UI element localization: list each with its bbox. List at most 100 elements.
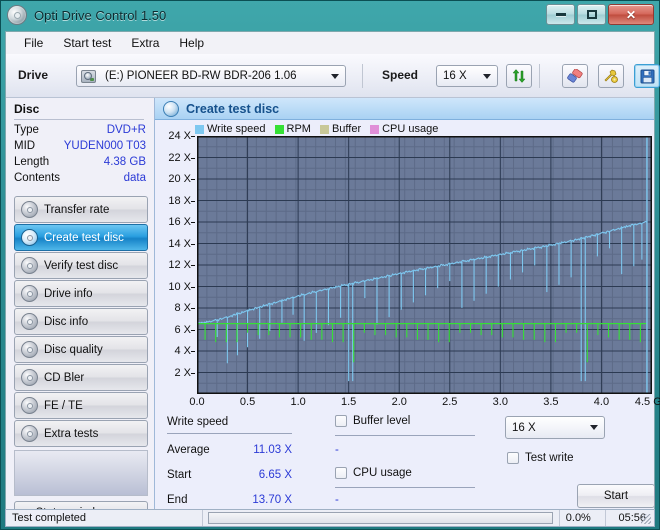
close-button[interactable]: ✕ [608, 4, 654, 25]
divider [335, 435, 475, 436]
start-button[interactable]: Start [577, 484, 655, 508]
y-axis-tick [191, 200, 195, 202]
title-bar: Opti Drive Control 1.50 ✕ [1, 1, 659, 31]
chart-y-axis: 2 X 4 X 6 X 8 X 10 X 12 X 14 X 16 X 18 X 20 X 22 X… [155, 130, 195, 394]
disc-row-mid: MID YUDEN000 T03 [14, 140, 146, 155]
status-message: Test completed [12, 512, 86, 524]
refresh-button[interactable] [506, 64, 532, 88]
legend-label: Buffer [331, 123, 362, 135]
erase-button[interactable] [562, 64, 588, 88]
legend-item: CPU usage [370, 123, 438, 135]
status-bar: Test completed 0.0% 05:56 [5, 509, 655, 527]
y-axis-tick-label: 12 X [168, 259, 191, 271]
title-bar-left: Opti Drive Control 1.50 [7, 5, 166, 25]
chevron-down-icon [590, 425, 598, 430]
y-axis-tick-label: 18 X [168, 194, 191, 207]
legend-item: RPM [274, 123, 311, 135]
disc-icon [21, 425, 38, 442]
left-panel-filler [14, 450, 148, 496]
y-axis-tick-label: 6 X [174, 323, 191, 336]
test-write-label: Test write [525, 452, 574, 464]
disc-contents-value: data [123, 172, 146, 184]
sidebar-item-label: Verify test disc [44, 259, 119, 272]
drive-select[interactable]: (E:) PIONEER BD-RW BDR-206 1.06 [76, 65, 346, 87]
cpu-usage-label: CPU usage [353, 467, 412, 479]
speed-select[interactable]: 16 X [436, 65, 498, 87]
result-start-label: Start [167, 469, 192, 481]
window-title: Opti Drive Control 1.50 [34, 7, 167, 23]
y-axis-tick [191, 243, 195, 245]
sidebar-item-verify-test-disc[interactable]: Verify test disc [14, 252, 148, 279]
sidebar-item-create-test-disc[interactable]: Create test disc [14, 224, 148, 251]
x-axis-tick-label: 3.5 [543, 396, 559, 408]
buffer-level-checkbox-row[interactable]: Buffer level [335, 415, 410, 427]
app-window: Opti Drive Control 1.50 ✕ File Start tes… [0, 0, 660, 530]
y-axis-tick-label: 14 X [168, 237, 191, 250]
panel-title: Create test disc [186, 101, 280, 116]
disc-type-label: Type [14, 124, 39, 136]
cpu-usage-value: - [335, 494, 339, 506]
sidebar-item-label: Create test disc [44, 231, 124, 244]
sidebar-item-label: Drive info [44, 287, 93, 300]
resize-grip[interactable] [641, 514, 651, 524]
result-end-label: End [167, 494, 188, 506]
sidebar-item-transfer-rate[interactable]: Transfer rate [14, 196, 148, 223]
result-average-label: Average [167, 444, 210, 456]
drive-select-value: (E:) PIONEER BD-RW BDR-206 1.06 [105, 70, 297, 82]
save-button[interactable] [634, 64, 660, 88]
sidebar-item-cd-bler[interactable]: CD Bler [14, 364, 148, 391]
y-axis-tick [191, 372, 195, 374]
buffer-level-checkbox[interactable] [335, 415, 347, 427]
disc-mid-label: MID [14, 140, 36, 152]
x-axis-tick-label: 0.0 [189, 396, 205, 408]
disc-icon [21, 201, 38, 218]
sidebar-item-fe-te[interactable]: FE / TE [14, 392, 148, 419]
window-controls: ✕ [546, 4, 654, 25]
chevron-down-icon [331, 74, 339, 79]
menu-help[interactable]: Help [169, 33, 214, 53]
write-speed-select[interactable]: 16 X [505, 416, 605, 439]
y-axis-tick-label: 10 X [168, 280, 191, 293]
disc-icon [163, 100, 179, 117]
start-button-label: Start [603, 490, 629, 502]
menu-file[interactable]: File [14, 33, 53, 53]
disc-mid-value: YUDEN000 T03 [63, 140, 146, 152]
x-axis-tick-label: 4.0 [593, 396, 610, 408]
sidebar-item-drive-info[interactable]: Drive info [14, 280, 148, 307]
drive-icon [81, 69, 96, 83]
x-axis-tick-label: 1.5 [341, 396, 357, 408]
test-write-checkbox-row[interactable]: Test write [507, 452, 574, 464]
progress-percent: 0.0% [565, 512, 591, 524]
tools-button[interactable] [598, 64, 624, 88]
result-start-value: 6.65 X [258, 469, 292, 481]
maximize-button[interactable] [577, 4, 606, 25]
y-axis-tick [191, 179, 195, 180]
write-speed-select-value: 16 X [512, 421, 536, 434]
minimize-button[interactable] [546, 4, 575, 25]
speed-label: Speed [382, 68, 419, 82]
divider [167, 433, 292, 434]
legend-swatch [195, 124, 204, 134]
sidebar-item-extra-tests[interactable]: Extra tests [14, 420, 148, 447]
cpu-usage-checkbox[interactable] [335, 467, 347, 479]
panel-header: Create test disc [155, 98, 654, 120]
disc-contents-label: Contents [14, 172, 61, 184]
y-axis-tick-label: 4 X [174, 345, 191, 357]
menu-bar: File Start test Extra Help [6, 32, 654, 54]
chart-svg [196, 135, 653, 395]
disc-icon [21, 229, 38, 246]
legend-swatch [274, 124, 284, 134]
y-axis-tick [191, 265, 195, 266]
x-axis-tick-label: 4.5 GB [634, 396, 660, 408]
legend-label: CPU usage [382, 123, 439, 135]
sidebar-item-label: Transfer rate [44, 203, 110, 216]
test-write-checkbox[interactable] [507, 452, 519, 464]
x-axis-tick-label: 2.0 [391, 396, 407, 408]
cpu-usage-checkbox-row[interactable]: CPU usage [335, 467, 412, 479]
sidebar-item-disc-info[interactable]: Disc info [14, 308, 148, 335]
x-axis-tick-label: 1.0 [290, 396, 306, 408]
menu-extra[interactable]: Extra [121, 33, 169, 53]
y-axis-tick-label: 24 X [168, 130, 191, 142]
sidebar-item-disc-quality[interactable]: Disc quality [14, 336, 148, 363]
menu-start-test[interactable]: Start test [53, 33, 121, 53]
